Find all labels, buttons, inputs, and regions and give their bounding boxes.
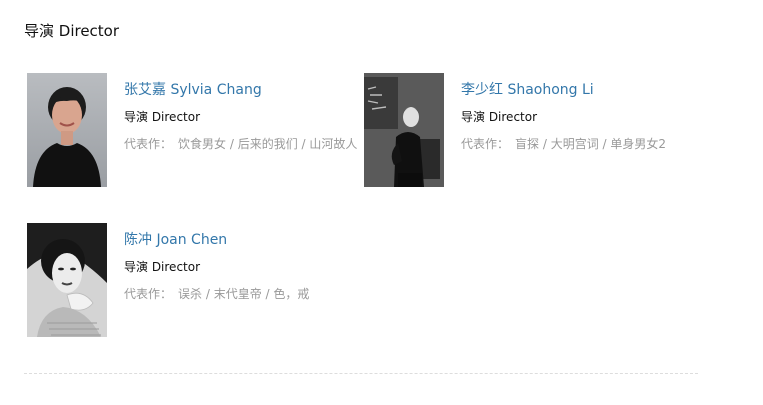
celebrity-role: 导演 Director: [124, 260, 201, 274]
celebrity-name-link[interactable]: 陈冲 Joan Chen: [124, 230, 364, 250]
celebrity-info: 李少红 Shaohong Li 导演 Director 代表作： 盲探 / 大明宫…: [461, 80, 701, 154]
representative-works: 代表作： 盲探 / 大明宫词 / 单身男女2: [461, 134, 701, 154]
works-list: 误杀 / 末代皇帝 / 色，戒: [178, 287, 310, 301]
celebrity-card: 张艾嘉 Sylvia Chang 导演 Director 代表作： 饮食男女 / …: [27, 73, 367, 193]
works-label: 代表作：: [461, 137, 510, 151]
section-title: 导演 Director: [24, 22, 120, 40]
celebrity-photo[interactable]: [364, 73, 444, 187]
representative-works: 代表作： 误杀 / 末代皇帝 / 色，戒: [124, 284, 364, 304]
section-divider: [24, 373, 698, 374]
celebrity-photo[interactable]: [27, 73, 107, 187]
works-label: 代表作：: [124, 287, 173, 301]
celebrity-role: 导演 Director: [461, 110, 538, 124]
celebrity-info: 张艾嘉 Sylvia Chang 导演 Director 代表作： 饮食男女 / …: [124, 80, 364, 154]
celebrity-card: 陈冲 Joan Chen 导演 Director 代表作： 误杀 / 末代皇帝 /…: [27, 223, 367, 343]
works-list: 盲探 / 大明宫词 / 单身男女2: [515, 137, 666, 151]
celebrity-card: 李少红 Shaohong Li 导演 Director 代表作： 盲探 / 大明宫…: [364, 73, 704, 193]
works-list: 饮食男女 / 后来的我们 / 山河故人: [178, 137, 358, 151]
celebrity-name-link[interactable]: 李少红 Shaohong Li: [461, 80, 701, 100]
representative-works: 代表作： 饮食男女 / 后来的我们 / 山河故人: [124, 134, 364, 154]
works-label: 代表作：: [124, 137, 173, 151]
celebrity-name-link[interactable]: 张艾嘉 Sylvia Chang: [124, 80, 364, 100]
celebrity-role: 导演 Director: [124, 110, 201, 124]
celebrity-photo[interactable]: [27, 223, 107, 337]
celebrity-info: 陈冲 Joan Chen 导演 Director 代表作： 误杀 / 末代皇帝 /…: [124, 230, 364, 304]
